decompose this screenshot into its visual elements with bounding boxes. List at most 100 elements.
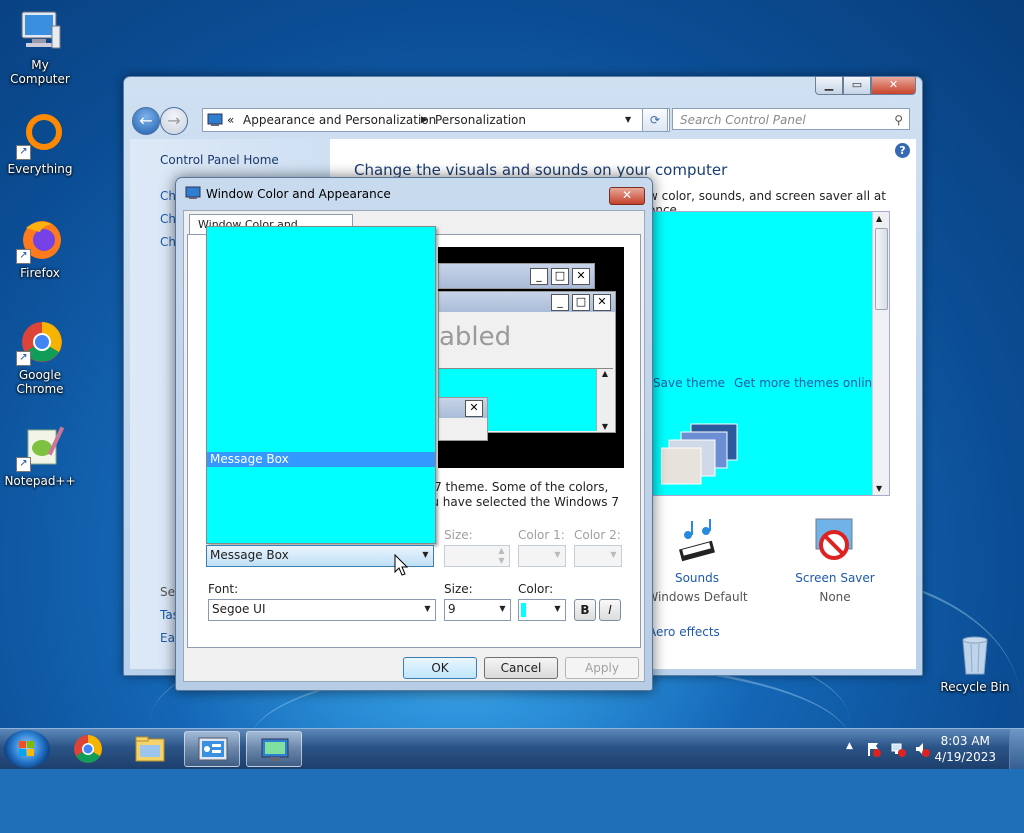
appearance-preview: _ □ ✕ _ □ ✕ abled ▲ ▼ ✕ <box>438 247 624 468</box>
desktop-icon-google-chrome[interactable]: ↗ Google Chrome <box>0 318 80 396</box>
left-task-link[interactable]: Ch <box>160 189 176 203</box>
close-button[interactable]: ✕ <box>871 77 916 95</box>
tray-overflow-icon[interactable]: ▲ <box>846 741 853 751</box>
theme-thumbnail-icon[interactable] <box>660 420 761 490</box>
cancel-button[interactable]: Cancel <box>484 657 558 679</box>
left-task-link[interactable]: Ch <box>160 212 176 226</box>
desktop-icon-firefox[interactable]: ↗ Firefox <box>0 216 80 280</box>
screen-saver-label[interactable]: Screen Saver <box>780 571 890 585</box>
notepadpp-icon: ↗ <box>16 424 65 472</box>
taskbar-window-color[interactable] <box>246 731 302 767</box>
item-size-spinner[interactable]: ▲ ▼ <box>444 545 510 567</box>
window-color-dialog: Window Color and Appearance ✕ Window Col… <box>175 177 653 691</box>
save-theme-link[interactable]: Save theme <box>653 376 725 390</box>
mouse-cursor-icon <box>394 553 409 579</box>
theme-notice-text: ou have selected the Windows 7 <box>424 495 620 509</box>
search-icon[interactable]: ⚲ <box>894 109 903 131</box>
breadcrumb-separator-icon[interactable]: ▶ <box>421 109 428 131</box>
desktop-icon-everything[interactable]: ↗ Everything <box>0 112 80 176</box>
search-placeholder: Search Control Panel <box>680 113 806 127</box>
start-button[interactable] <box>4 730 50 768</box>
network-icon[interactable] <box>890 741 906 760</box>
breadcrumb-overflow[interactable]: « <box>227 109 234 131</box>
taskbar-explorer[interactable] <box>122 731 178 767</box>
spin-up-icon[interactable]: ▲ <box>494 546 509 556</box>
theme-list-scrollbar[interactable]: ▲ ▼ <box>872 212 889 495</box>
dialog-close-button[interactable]: ✕ <box>609 187 645 205</box>
maximize-button[interactable]: ▭ <box>843 77 871 95</box>
preview-close-icon: ✕ <box>465 400 483 417</box>
desktop-icon-label: Everything <box>7 162 73 176</box>
breadcrumb-appearance[interactable]: Appearance and Personalization <box>243 109 436 131</box>
chevron-down-icon: ▼ <box>424 604 431 613</box>
forward-button[interactable]: → <box>160 107 188 135</box>
refresh-icon[interactable]: ⟳ <box>642 108 668 132</box>
theme-list[interactable]: Save theme Get more themes online ▲ ▼ <box>648 211 890 496</box>
apply-button[interactable]: Apply <box>565 657 639 679</box>
item-size-label: Size: <box>444 528 473 542</box>
search-input[interactable]: Search Control Panel ⚲ <box>672 108 910 130</box>
chevron-down-icon: ▼ <box>499 604 506 613</box>
volume-icon[interactable] <box>914 741 930 760</box>
desktop-icon-label: Firefox <box>20 266 60 280</box>
screen-saver-value: None <box>819 590 851 604</box>
dialog-title: Window Color and Appearance <box>206 187 391 201</box>
preview-inactive-window: _ □ ✕ <box>438 263 595 289</box>
item-dropdown-list[interactable]: Message Box <box>206 226 436 544</box>
folder-icon <box>135 736 165 762</box>
desktop-icon-label: Recycle Bin <box>940 680 1010 694</box>
font-select-value: Segoe UI <box>212 602 266 616</box>
sounds-label[interactable]: Sounds <box>642 571 752 585</box>
get-more-themes-link[interactable]: Get more themes online <box>734 376 880 390</box>
preview-disabled-text: abled <box>439 322 512 352</box>
color2-picker[interactable]: ▼ <box>574 545 622 567</box>
back-button[interactable]: ← <box>132 107 160 135</box>
shortcut-arrow-icon: ↗ <box>16 249 31 264</box>
shortcut-arrow-icon: ↗ <box>16 145 31 160</box>
font-label: Font: <box>208 582 239 596</box>
sounds-value: Windows Default <box>646 590 748 604</box>
spin-down-icon[interactable]: ▼ <box>494 556 509 566</box>
color-swatch <box>521 603 526 617</box>
shortcut-arrow-icon: ↗ <box>16 351 31 366</box>
sounds-item[interactable]: Sounds Windows Default <box>642 517 752 604</box>
action-center-icon[interactable] <box>866 741 882 760</box>
italic-button[interactable]: I <box>599 599 621 621</box>
show-desktop-button[interactable] <box>1009 729 1024 769</box>
taskbar: ▲ 8:03 AM 4/19/2023 <box>0 728 1024 769</box>
item-list-option-selected[interactable]: Message Box <box>207 452 435 467</box>
font-size-select[interactable]: 9 ▼ <box>444 599 511 621</box>
preview-maximize-icon: □ <box>572 294 590 311</box>
scroll-up-icon: ▲ <box>601 369 609 378</box>
scroll-down-icon: ▼ <box>601 422 609 431</box>
ok-button[interactable]: OK <box>403 657 477 679</box>
color1-picker[interactable]: ▼ <box>518 545 566 567</box>
scroll-thumb[interactable] <box>875 228 888 310</box>
desktop-icon-label: Notepad++ <box>4 474 76 488</box>
control-panel-icon <box>198 737 228 761</box>
breadcrumb-personalization[interactable]: Personalization <box>435 109 526 131</box>
desktop-icon-my-computer[interactable]: My Computer <box>0 8 80 86</box>
chevron-down-icon: ▼ <box>554 604 561 613</box>
taskbar-control-panel[interactable] <box>184 731 240 767</box>
desktop-icon-notepadpp[interactable]: ↗ Notepad++ <box>0 424 80 488</box>
screen-saver-item[interactable]: Screen Saver None <box>780 517 890 604</box>
taskbar-chrome[interactable] <box>60 731 116 767</box>
dialog-buttons: OK Cancel Apply <box>184 657 644 679</box>
bold-button[interactable]: B <box>574 599 596 621</box>
control-panel-small-icon <box>207 109 223 135</box>
minimize-button[interactable]: ▁ <box>815 77 843 95</box>
font-select[interactable]: Segoe UI ▼ <box>208 599 436 621</box>
desktop-icon-label: My Computer <box>10 58 70 86</box>
address-dropdown-icon[interactable]: ▼ <box>625 109 631 131</box>
control-panel-home-link[interactable]: Control Panel Home <box>160 153 279 167</box>
scroll-down-icon[interactable]: ▼ <box>876 484 882 493</box>
scroll-up-icon[interactable]: ▲ <box>876 214 882 223</box>
help-icon[interactable]: ? <box>895 143 910 158</box>
aero-effects-link[interactable]: Aero effects <box>648 625 720 639</box>
font-color-picker[interactable]: ▼ <box>518 599 566 621</box>
left-task-link[interactable]: Ch <box>160 235 176 249</box>
desktop-icon-recycle-bin[interactable]: Recycle Bin <box>935 630 1015 694</box>
system-clock[interactable]: 8:03 AM 4/19/2023 <box>934 733 996 765</box>
address-bar[interactable]: « Appearance and Personalization ▶ Perso… <box>202 108 670 132</box>
